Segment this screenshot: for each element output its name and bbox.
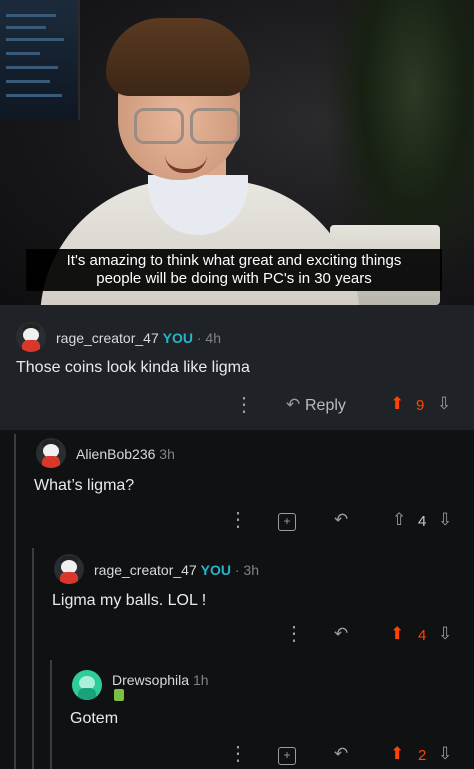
meme-caption: It's amazing to think what great and exc… [26,249,442,291]
comment-author[interactable]: Drewsophila 1h [112,672,209,688]
caption-line-2: people will be doing with PC's in 30 yea… [96,270,372,287]
vote-score: 4 [418,513,427,530]
reply-label: Reply [304,397,346,414]
avatar[interactable] [54,554,84,584]
downvote-arrow-icon[interactable]: ⇩ [437,394,451,414]
vote-score: 2 [418,747,427,764]
username[interactable]: rage_creator_47 [56,330,159,346]
reply-arrow-icon[interactable]: ↶ [334,510,348,530]
thread-line [14,434,16,769]
username[interactable]: rage_creator_47 [94,562,197,578]
downvote-arrow-icon[interactable]: ⇩ [438,510,452,530]
vote-score: 4 [418,627,427,644]
downvote-arrow-icon[interactable]: ⇩ [438,744,452,764]
avatar[interactable] [36,438,66,468]
award-gift-icon[interactable]: + [278,510,296,531]
upvote-arrow-icon[interactable]: ⬆ [390,624,404,644]
username[interactable]: AlienBob236 [76,446,155,462]
caption-line-1: It's amazing to think what great and exc… [66,252,402,269]
avatar[interactable] [72,670,102,700]
upvote-arrow-icon[interactable]: ⬆ [390,394,404,414]
comment-text: Gotem [70,710,119,727]
timestamp: 3h [159,446,175,462]
award-gift-icon[interactable]: + [278,744,296,765]
user-flair-icon [114,689,124,701]
more-dots-icon[interactable]: ⋮ [234,395,254,415]
glasses-left [134,108,184,144]
reply-arrow-icon[interactable]: ↶ [334,744,348,764]
reply-button[interactable]: ↶ Reply [286,395,346,415]
vote-score: 9 [416,397,425,414]
comment-text: Those coins look kinda like ligma [16,359,250,376]
timestamp: · 4h [196,330,221,346]
meme-image[interactable]: It's amazing to think what great and exc… [0,0,474,305]
timestamp: 1h [192,672,209,688]
glasses-right [190,108,240,144]
upvote-arrow-icon[interactable]: ⬆ [390,744,404,764]
timestamp: · 3h [234,562,259,578]
username[interactable]: Drewsophila [112,672,189,688]
comment-text: Ligma my balls. LOL ! [52,592,207,609]
comment-text: What’s ligma? [34,477,135,494]
upvote-arrow-icon[interactable]: ⇧ [392,510,406,530]
comment-author[interactable]: AlienBob236 3h [76,446,175,462]
you-badge: YOU [162,330,193,346]
reply-arrow-icon: ↶ [286,395,301,414]
thread-line [32,548,34,769]
more-dots-icon[interactable]: ⋮ [228,744,248,764]
you-badge: YOU [200,562,231,578]
person-hair [106,18,250,96]
comment-author[interactable]: rage_creator_47 YOU · 3h [94,562,259,578]
reply-arrow-icon[interactable]: ↶ [334,624,348,644]
avatar[interactable] [16,322,46,352]
more-dots-icon[interactable]: ⋮ [228,510,248,530]
more-dots-icon[interactable]: ⋮ [284,624,304,644]
downvote-arrow-icon[interactable]: ⇩ [438,624,452,644]
thread-line [50,660,52,769]
background-poster [0,0,80,120]
comment-author[interactable]: rage_creator_47 YOU · 4h [56,330,221,346]
